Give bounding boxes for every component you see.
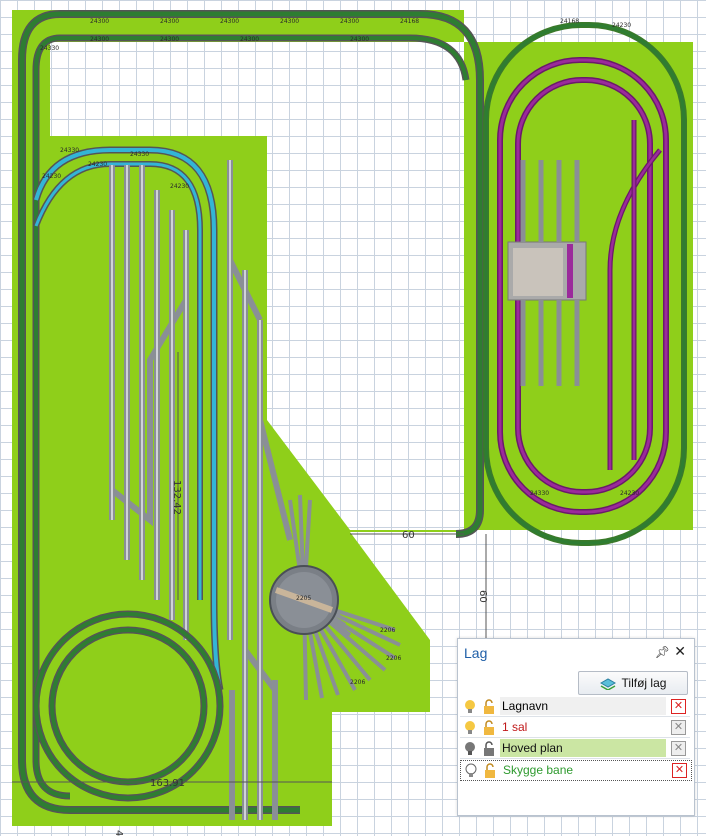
dim-vertical: 60 bbox=[477, 590, 488, 603]
track-label: 24230 bbox=[42, 173, 61, 180]
track-label: 24300 bbox=[90, 18, 109, 25]
track-label: 24300 bbox=[350, 36, 369, 43]
track-label: 24300 bbox=[280, 18, 299, 25]
track-label: 24168 bbox=[400, 18, 419, 25]
track-label: 24330 bbox=[530, 490, 549, 497]
dim-horizontal: 60 bbox=[402, 530, 415, 541]
delete-icon[interactable]: ✕ bbox=[671, 699, 686, 714]
track-label: 24300 bbox=[240, 36, 259, 43]
lock-icon bbox=[484, 699, 494, 714]
layers-icon bbox=[599, 678, 616, 690]
track-label: 24230 bbox=[620, 490, 639, 497]
layer-name[interactable]: 1 sal bbox=[500, 718, 666, 736]
track-label: 24330 bbox=[40, 45, 59, 52]
dim-yard-length: 132.42 bbox=[171, 480, 182, 515]
layer-name[interactable]: Skygge bane bbox=[501, 761, 667, 779]
panel-title: Lag bbox=[464, 645, 488, 661]
track-label: 2206 bbox=[386, 655, 401, 662]
add-layer-button[interactable]: Tilføj lag bbox=[578, 671, 688, 695]
layers-panel: Lag 📌︎ ✕ Tilføj lag Lagnavn ✕ 1 sal ✕ Ho… bbox=[457, 638, 695, 816]
track-label: 2206 bbox=[350, 679, 365, 686]
track-label: 24330 bbox=[60, 147, 79, 154]
add-layer-label: Tilføj lag bbox=[621, 676, 667, 690]
lock-icon[interactable] bbox=[483, 762, 497, 779]
track-label: 24300 bbox=[220, 18, 239, 25]
bulb-off-icon[interactable] bbox=[464, 762, 478, 779]
layer-row[interactable]: 1 sal ✕ bbox=[460, 718, 690, 738]
lock-icon[interactable] bbox=[482, 740, 496, 757]
track-label: 24230 bbox=[88, 161, 107, 168]
layer-row-selected[interactable]: Hoved plan ✕ bbox=[460, 739, 690, 759]
bulb-icon[interactable] bbox=[463, 719, 477, 736]
delete-icon[interactable]: ✕ bbox=[671, 741, 686, 756]
layer-name-header: Lagnavn bbox=[500, 697, 666, 715]
track-label: 24330 bbox=[130, 151, 149, 158]
turntable-label: 2205 bbox=[296, 595, 311, 602]
track-label: 24300 bbox=[340, 18, 359, 25]
bulb-icon[interactable] bbox=[463, 740, 477, 757]
layer-name[interactable]: Hoved plan bbox=[500, 739, 666, 757]
bulb-icon bbox=[465, 700, 475, 713]
track-label: 24300 bbox=[90, 36, 109, 43]
track-label: 24230 bbox=[170, 183, 189, 190]
dim-bottom: 163.91 bbox=[150, 778, 185, 789]
close-icon[interactable]: ✕ bbox=[674, 643, 686, 660]
pin-icon[interactable]: 📌︎ bbox=[655, 645, 670, 659]
track-label: 24230 bbox=[612, 22, 631, 29]
lock-icon[interactable] bbox=[482, 719, 496, 736]
track-label: 24300 bbox=[160, 18, 179, 25]
dim-small: 45 bbox=[113, 830, 124, 836]
delete-icon[interactable]: ✕ bbox=[671, 720, 686, 735]
track-label: 2206 bbox=[380, 627, 395, 634]
layer-header-row: Lagnavn ✕ bbox=[460, 697, 690, 717]
track-label: 24300 bbox=[160, 36, 179, 43]
layer-row[interactable]: Skygge bane ✕ bbox=[460, 760, 692, 781]
delete-icon[interactable]: ✕ bbox=[672, 763, 687, 778]
track-label: 24168 bbox=[560, 18, 579, 25]
